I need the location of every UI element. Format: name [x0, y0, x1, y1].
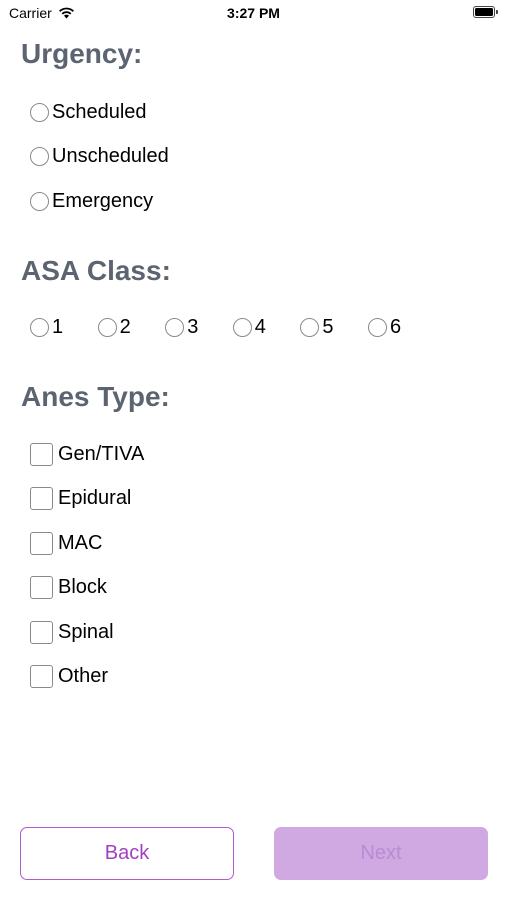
asa-option-3[interactable]: 3 [165, 316, 233, 339]
anes-option-gen-tiva[interactable]: Gen/TIVA [30, 443, 144, 466]
asa-option-6[interactable]: 6 [367, 316, 436, 339]
checkbox-icon[interactable] [30, 532, 53, 555]
anes-option-label: Block [58, 576, 107, 598]
asa-option-label: 4 [254, 316, 266, 338]
asa-option-label: 2 [119, 316, 131, 338]
asa-option-1[interactable]: 1 [30, 316, 98, 339]
radio-button-icon[interactable] [30, 318, 49, 337]
radio-button-icon[interactable] [232, 318, 252, 337]
urgency-option-scheduled[interactable]: Scheduled [30, 101, 147, 124]
anes-option-block[interactable]: Block [30, 576, 107, 599]
anes-type-title: Anes Type: [21, 381, 170, 412]
battery-icon [473, 6, 498, 18]
anes-option-label: MAC [58, 532, 103, 554]
asa-class-title: ASA Class: [21, 255, 171, 286]
anes-option-label: Gen/TIVA [58, 443, 145, 465]
asa-option-5[interactable]: 5 [300, 316, 368, 339]
radio-button-icon[interactable] [30, 147, 49, 166]
urgency-option-label: Unscheduled [52, 145, 169, 167]
asa-option-label: 6 [389, 316, 402, 338]
anes-option-label: Epidural [58, 487, 132, 509]
radio-button-icon[interactable] [30, 103, 49, 122]
radio-button-icon[interactable] [367, 318, 387, 337]
anes-option-spinal[interactable]: Spinal [30, 621, 114, 644]
anes-option-other[interactable]: Other [30, 665, 108, 688]
checkbox-icon[interactable] [30, 576, 53, 599]
anes-option-epidural[interactable]: Epidural [30, 487, 131, 510]
anes-option-mac[interactable]: MAC [30, 532, 102, 555]
radio-button-icon[interactable] [30, 192, 49, 211]
asa-class-options: 1 2 3 4 5 6 [30, 316, 436, 339]
urgency-option-emergency[interactable]: Emergency [30, 190, 153, 213]
radio-button-icon[interactable] [97, 318, 117, 337]
checkbox-icon[interactable] [30, 621, 53, 644]
asa-option-label: 1 [52, 316, 64, 338]
checkbox-icon[interactable] [30, 665, 53, 688]
radio-button-icon[interactable] [300, 318, 320, 337]
urgency-option-label: Scheduled [52, 101, 147, 123]
anes-option-label: Spinal [58, 621, 114, 643]
asa-option-label: 3 [187, 316, 199, 338]
urgency-title: Urgency: [21, 38, 143, 69]
status-time: 3:27 PM [227, 5, 280, 21]
asa-option-4[interactable]: 4 [232, 316, 301, 339]
next-button[interactable]: Next [274, 827, 488, 880]
anes-option-label: Other [58, 665, 109, 687]
radio-button-icon[interactable] [165, 318, 185, 337]
back-button[interactable]: Back [20, 827, 234, 880]
urgency-option-label: Emergency [52, 190, 154, 212]
asa-option-2[interactable]: 2 [97, 316, 166, 339]
asa-option-label: 5 [322, 316, 334, 338]
status-bar: Carrier 3:27 PM [0, 0, 507, 28]
urgency-option-unscheduled[interactable]: Unscheduled [30, 145, 169, 168]
checkbox-icon[interactable] [30, 487, 53, 510]
checkbox-icon[interactable] [30, 443, 53, 466]
